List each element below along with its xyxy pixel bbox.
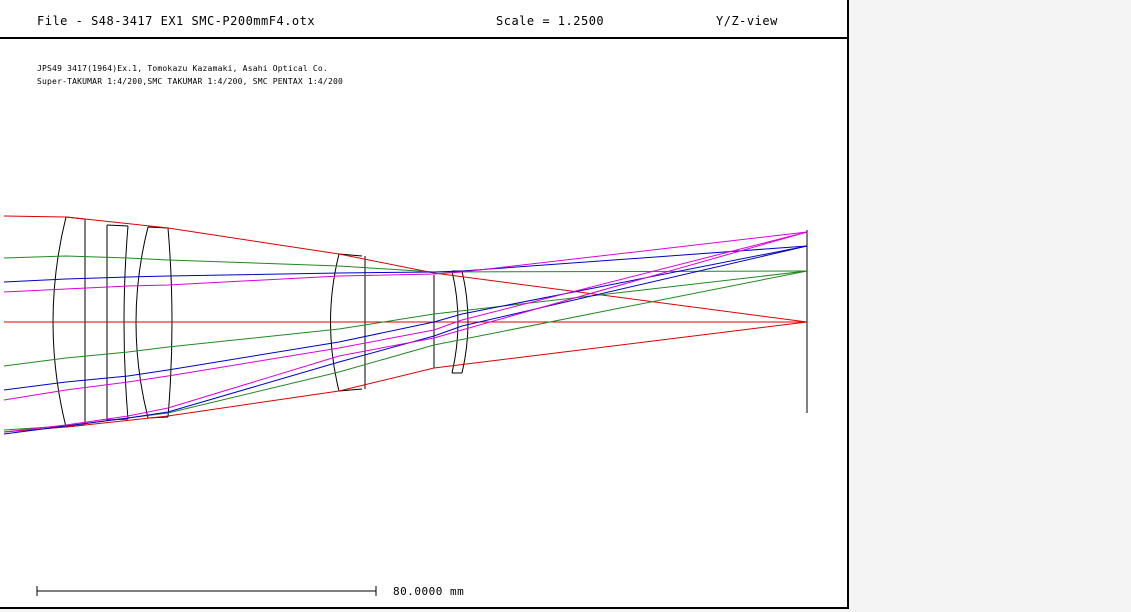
lens-layout-diagram — [3, 215, 808, 596]
page-margin — [849, 0, 1131, 612]
scale-bar — [36, 586, 377, 596]
drawing-sheet: File - S48-3417 EX1 SMC-P200mmF4.otx Sca… — [0, 0, 849, 609]
scale-bar-label: 80.0000 mm — [393, 585, 465, 598]
